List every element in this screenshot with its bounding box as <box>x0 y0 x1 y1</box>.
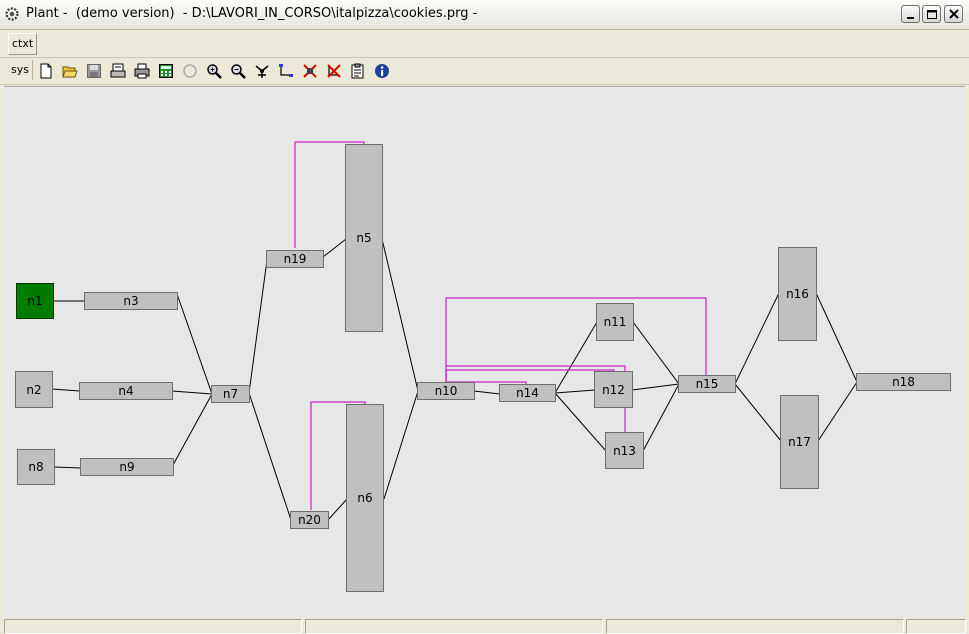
status-panel-1 <box>4 619 302 634</box>
calculator-icon[interactable] <box>155 60 177 82</box>
close-button[interactable] <box>944 5 963 23</box>
minimize-button[interactable] <box>901 5 920 23</box>
node-n5[interactable]: n5 <box>345 144 383 332</box>
node-n15[interactable]: n15 <box>678 375 736 393</box>
status-bar <box>0 617 969 634</box>
status-panel-3 <box>606 619 904 634</box>
window-title: Plant - (demo version) - D:\LAVORI_IN_CO… <box>26 6 478 21</box>
save-icon[interactable] <box>83 60 105 82</box>
node-n7[interactable]: n7 <box>211 385 250 403</box>
context-bar <box>0 30 969 58</box>
new-file-icon[interactable] <box>35 60 57 82</box>
properties-icon[interactable] <box>347 60 369 82</box>
flow-links <box>51 238 858 521</box>
node-n4[interactable]: n4 <box>79 382 173 400</box>
print-icon[interactable] <box>131 60 153 82</box>
node-n20[interactable]: n20 <box>290 511 329 529</box>
zoom-out-icon[interactable] <box>227 60 249 82</box>
node-n13[interactable]: n13 <box>605 432 644 469</box>
node-n10[interactable]: n10 <box>417 382 475 400</box>
node-n6[interactable]: n6 <box>346 404 384 592</box>
node-n8[interactable]: n8 <box>17 449 55 485</box>
node-n16[interactable]: n16 <box>778 247 817 341</box>
link-layer <box>51 141 858 521</box>
status-panel-4 <box>906 619 966 634</box>
node-n1[interactable]: n1 <box>16 283 54 319</box>
node-n19[interactable]: n19 <box>266 250 324 268</box>
context-button[interactable]: ctxt <box>8 33 38 55</box>
node-n14[interactable]: n14 <box>499 384 556 402</box>
node-n3[interactable]: n3 <box>84 292 178 310</box>
zoom-in-icon[interactable] <box>203 60 225 82</box>
title-bar: Plant - (demo version) - D:\LAVORI_IN_CO… <box>0 0 969 30</box>
open-folder-icon[interactable] <box>59 60 81 82</box>
info-icon[interactable] <box>371 60 393 82</box>
node-n2[interactable]: n2 <box>15 371 53 408</box>
maximize-button[interactable] <box>922 5 941 23</box>
system-menu-button[interactable]: sys <box>8 60 33 80</box>
print-preview-icon[interactable] <box>107 60 129 82</box>
delete-node-icon[interactable] <box>299 60 321 82</box>
circle-icon[interactable] <box>179 60 201 82</box>
pan-icon[interactable] <box>251 60 273 82</box>
status-panel-2 <box>305 619 603 634</box>
diagram-canvas[interactable]: n1 n2 n3 n4 n5 n6 n7 n8 n9 n10 n11 n12 n… <box>4 86 965 617</box>
node-n9[interactable]: n9 <box>80 458 174 476</box>
node-n18[interactable]: n18 <box>856 373 951 391</box>
node-n17[interactable]: n17 <box>780 395 819 489</box>
delete-link-icon[interactable] <box>323 60 345 82</box>
node-n11[interactable]: n11 <box>596 303 634 341</box>
gear-icon <box>4 6 20 22</box>
connect-icon[interactable] <box>275 60 297 82</box>
node-n12[interactable]: n12 <box>594 371 633 408</box>
